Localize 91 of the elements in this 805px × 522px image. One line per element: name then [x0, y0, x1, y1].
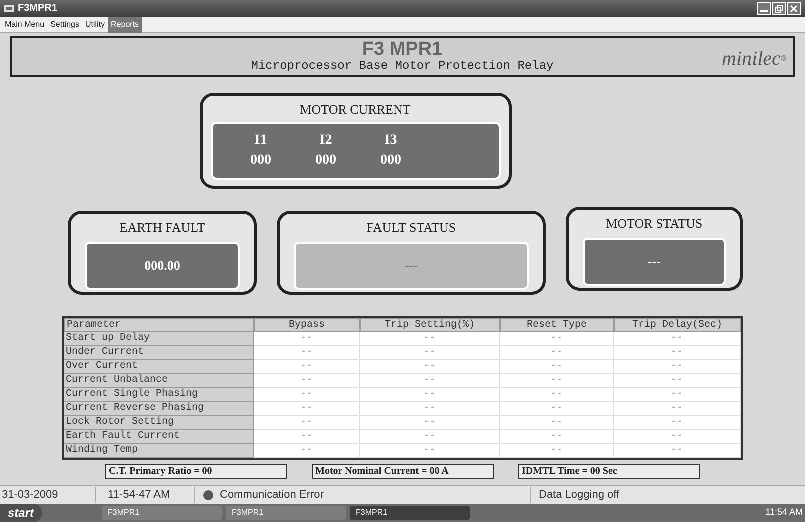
- start-button[interactable]: start: [0, 504, 42, 522]
- app-title: F3 MPR1: [362, 40, 443, 59]
- table-cell: --: [500, 416, 614, 430]
- status-date: 31-03-2009: [0, 486, 96, 504]
- minimize-icon: [760, 10, 768, 12]
- table-cell: --: [360, 332, 500, 346]
- value-display: ---: [582, 238, 726, 286]
- table-cell: --: [614, 402, 741, 416]
- phase-label: I2: [320, 132, 332, 150]
- phase-value: 000: [316, 152, 336, 170]
- panel-title: MOTOR CURRENT: [300, 101, 411, 119]
- table-cell: --: [614, 416, 741, 430]
- table-cell: --: [254, 388, 360, 402]
- status-message: Communication Error: [220, 488, 325, 503]
- table-cell: --: [254, 332, 360, 346]
- value-display: ---: [294, 242, 529, 290]
- table-cell: --: [500, 374, 614, 388]
- row-header: Earth Fault Current: [64, 430, 254, 444]
- close-icon: [790, 4, 798, 12]
- row-header: Current Reverse Phasing: [64, 402, 254, 416]
- table-cell: --: [614, 332, 741, 346]
- table-cell: --: [254, 360, 360, 374]
- app-subtitle: Microprocessor Base Motor Protection Relay: [251, 59, 554, 73]
- table-cell: --: [500, 444, 614, 458]
- table-cell: --: [614, 346, 741, 360]
- table-cell: --: [254, 430, 360, 444]
- close-button[interactable]: [787, 2, 801, 15]
- taskbar-clock: 11:54 AM: [766, 506, 804, 520]
- row-header: Current Single Phasing: [64, 388, 254, 402]
- table-cell: --: [614, 374, 741, 388]
- table-cell: --: [500, 332, 614, 346]
- summary-field: IDMTL Time = 00 Sec: [518, 464, 700, 479]
- status-indicator-icon: [203, 490, 214, 500]
- table-cell: --: [500, 430, 614, 444]
- table-cell: --: [360, 402, 500, 416]
- table-cell: --: [614, 388, 741, 402]
- table-cell: --: [360, 346, 500, 360]
- value-display: 000.00: [85, 242, 240, 290]
- minimize-button[interactable]: [757, 2, 771, 15]
- row-header: Over Current: [64, 360, 254, 374]
- table-cell: --: [500, 402, 614, 416]
- menu-item[interactable]: Reports: [108, 16, 142, 32]
- table-cell: --: [614, 360, 741, 374]
- table-cell: --: [360, 430, 500, 444]
- row-header: Winding Temp: [64, 444, 254, 458]
- status-logging: Data Logging off: [530, 486, 620, 504]
- table-cell: --: [500, 346, 614, 360]
- table-cell: --: [614, 444, 741, 458]
- row-header: Under Current: [64, 346, 254, 360]
- column-header: Trip Delay(Sec): [614, 318, 741, 332]
- maximize-button[interactable]: [772, 2, 786, 15]
- phase-label: I1: [254, 132, 268, 150]
- panel-title: MOTOR STATUS: [606, 215, 703, 233]
- table-cell: --: [360, 444, 500, 458]
- brand-logo: minilec$^{®}$: [722, 47, 787, 72]
- table-cell: --: [500, 388, 614, 402]
- summary-field: Motor Nominal Current = 00 A: [312, 464, 494, 479]
- table-cell: --: [360, 416, 500, 430]
- column-header: Trip Setting(%): [360, 318, 500, 332]
- column-header: Reset Type: [500, 318, 614, 332]
- taskbar-item[interactable]: F3MPR1: [102, 506, 222, 520]
- taskbar-item[interactable]: F3MPR1: [350, 506, 470, 520]
- column-header: Parameter: [64, 318, 254, 332]
- app-icon: [4, 4, 14, 13]
- row-header: Lock Rotor Setting: [64, 416, 254, 430]
- menu-item[interactable]: Main Menu: [2, 16, 48, 32]
- panel-title: FAULT STATUS: [366, 219, 456, 237]
- taskbar-item[interactable]: F3MPR1: [226, 506, 346, 520]
- table-cell: --: [254, 402, 360, 416]
- table-cell: --: [360, 388, 500, 402]
- table-cell: --: [254, 416, 360, 430]
- menu-item[interactable]: Utility: [82, 16, 108, 32]
- table-cell: --: [360, 360, 500, 374]
- row-header: Start up Delay: [64, 332, 254, 346]
- column-header: Bypass: [254, 318, 360, 332]
- table-cell: --: [254, 346, 360, 360]
- row-header: Current Unbalance: [64, 374, 254, 388]
- phase-value: 000: [380, 152, 402, 170]
- phase-label: I3: [384, 132, 398, 150]
- status-time: 11-54-47 AM: [96, 486, 195, 504]
- panel-title: EARTH FAULT: [120, 219, 206, 237]
- table-cell: --: [360, 374, 500, 388]
- window-title: F3MPR1: [18, 2, 58, 16]
- table-cell: --: [254, 374, 360, 388]
- menu-item[interactable]: Settings: [48, 16, 82, 32]
- table-cell: --: [254, 444, 360, 458]
- restore-icon: [775, 4, 783, 12]
- table-cell: --: [614, 430, 741, 444]
- summary-field: C.T. Primary Ratio = 00: [105, 464, 287, 479]
- phase-value: 000: [250, 152, 272, 170]
- table-cell: --: [500, 360, 614, 374]
